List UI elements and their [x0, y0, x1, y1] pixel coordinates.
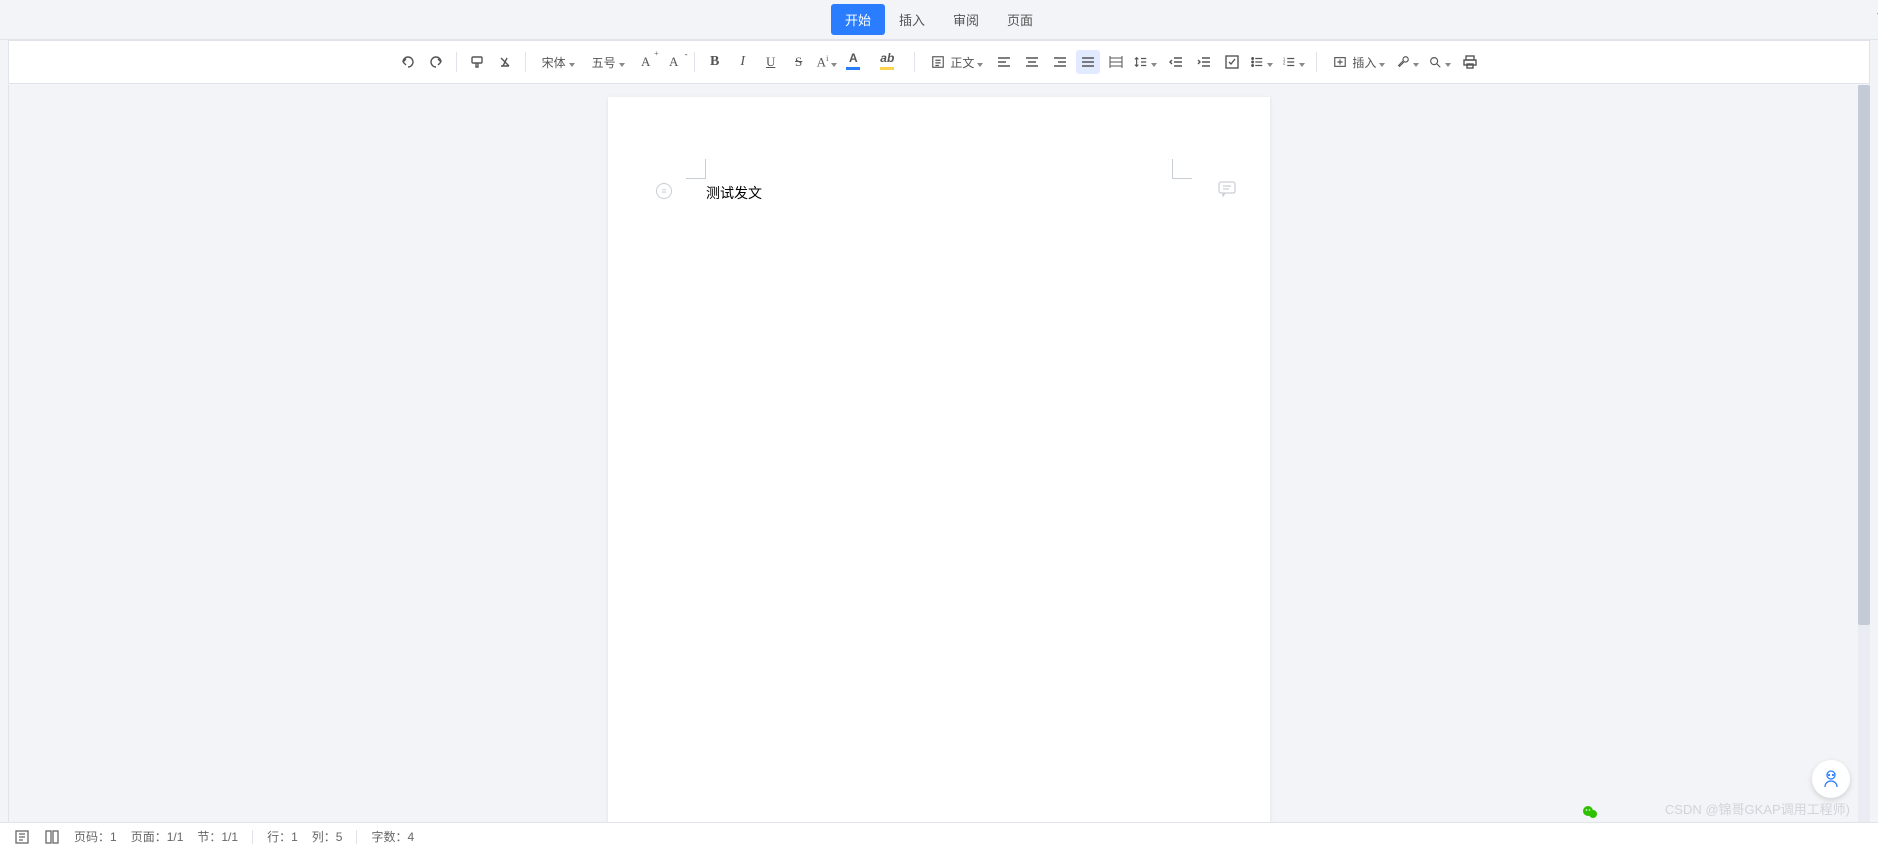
- insert-dropdown-label: 插入: [1352, 54, 1376, 71]
- separator: [525, 52, 526, 72]
- status-row: 行：1: [267, 828, 298, 845]
- comment-icon[interactable]: [1218, 181, 1236, 197]
- assistant-fab[interactable]: [1812, 760, 1850, 798]
- bold-button[interactable]: B: [703, 50, 727, 74]
- align-right-button[interactable]: [1048, 50, 1072, 74]
- increase-indent-button[interactable]: [1192, 50, 1216, 74]
- tab-review[interactable]: 审阅: [939, 4, 993, 35]
- font-color-swatch: [846, 67, 860, 70]
- tab-insert[interactable]: 插入: [885, 4, 939, 35]
- wechat-icon: [1582, 804, 1598, 820]
- paragraph-handle-icon[interactable]: ≡: [656, 183, 672, 199]
- separator: [456, 52, 457, 72]
- decrease-indent-button[interactable]: [1164, 50, 1188, 74]
- find-dropdown[interactable]: [1426, 50, 1454, 74]
- toolbar: 宋体 五号 A+ A- B I U S Ai A ab 正文: [8, 40, 1870, 84]
- numbered-list-button[interactable]: 12: [1280, 50, 1308, 74]
- main-tabs: 开始 插入 审阅 页面: [0, 0, 1878, 40]
- document-content[interactable]: 测试发文: [706, 183, 1172, 203]
- highlight-icon: ab: [880, 52, 894, 64]
- chevron-down-icon: [1378, 58, 1386, 66]
- status-page-code[interactable]: 页码：1: [74, 828, 117, 845]
- more-font-button[interactable]: Ai: [815, 50, 841, 74]
- print-button[interactable]: [1458, 50, 1482, 74]
- font-color-icon: A: [849, 52, 858, 64]
- chevron-down-icon: [568, 58, 576, 66]
- font-family-label: 宋体: [542, 54, 566, 71]
- align-distribute-button[interactable]: [1104, 50, 1128, 74]
- chevron-down-icon: [1150, 58, 1158, 66]
- bullet-list-button[interactable]: [1248, 50, 1276, 74]
- outline-view-icon[interactable]: [14, 829, 30, 845]
- vertical-scrollbar[interactable]: [1858, 85, 1870, 822]
- clear-format-button[interactable]: [493, 50, 517, 74]
- align-left-button[interactable]: [992, 50, 1016, 74]
- margin-guide-tl: [686, 159, 706, 179]
- insert-dropdown[interactable]: 插入: [1325, 50, 1390, 74]
- separator: [914, 52, 915, 72]
- document-workspace[interactable]: ≡ 测试发文: [8, 85, 1870, 822]
- highlight-color-swatch: [880, 67, 894, 70]
- separator: [252, 830, 253, 844]
- paragraph-style-select[interactable]: 正文: [923, 50, 988, 74]
- undo-button[interactable]: [396, 50, 420, 74]
- checklist-button[interactable]: [1220, 50, 1244, 74]
- strikethrough-button[interactable]: S: [787, 50, 811, 74]
- tab-start[interactable]: 开始: [831, 4, 885, 35]
- increase-font-button[interactable]: A+: [634, 50, 658, 74]
- status-word-count[interactable]: 字数：4: [371, 828, 414, 845]
- chevron-down-icon: [830, 58, 838, 66]
- separator: [1316, 52, 1317, 72]
- page-view-icon[interactable]: [44, 829, 60, 845]
- separator: [356, 830, 357, 844]
- paragraph-style-label: 正文: [950, 54, 974, 71]
- format-painter-button[interactable]: [465, 50, 489, 74]
- document-page[interactable]: ≡ 测试发文: [608, 97, 1270, 822]
- underline-button[interactable]: U: [759, 50, 783, 74]
- chevron-down-icon: [1298, 58, 1306, 66]
- chevron-down-icon: [1266, 58, 1274, 66]
- chevron-down-icon: [1444, 58, 1452, 66]
- align-center-button[interactable]: [1020, 50, 1044, 74]
- highlight-color-button[interactable]: ab: [878, 50, 896, 74]
- scrollbar-thumb[interactable]: [1858, 85, 1870, 625]
- separator: [694, 52, 695, 72]
- line-spacing-button[interactable]: [1132, 50, 1160, 74]
- status-col: 列：5: [312, 828, 343, 845]
- align-justify-button[interactable]: [1076, 50, 1100, 74]
- tab-page[interactable]: 页面: [993, 4, 1047, 35]
- chevron-down-icon: [976, 58, 984, 66]
- chevron-down-icon: [1412, 58, 1420, 66]
- italic-button[interactable]: I: [731, 50, 755, 74]
- tools-dropdown[interactable]: [1394, 50, 1422, 74]
- font-size-label: 五号: [592, 54, 616, 71]
- status-bar: 页码：1 页面：1/1 节：1/1 行：1 列：5 字数：4: [0, 822, 1878, 850]
- svg-text:2: 2: [1283, 61, 1286, 66]
- decrease-font-button[interactable]: A-: [662, 50, 686, 74]
- margin-guide-tr: [1172, 159, 1192, 179]
- font-color-button[interactable]: A: [844, 50, 862, 74]
- font-family-select[interactable]: 宋体: [534, 50, 580, 74]
- font-size-select[interactable]: 五号: [584, 50, 630, 74]
- status-section[interactable]: 节：1/1: [197, 828, 238, 845]
- chevron-down-icon: [618, 58, 626, 66]
- status-page[interactable]: 页面：1/1: [131, 828, 184, 845]
- redo-button[interactable]: [424, 50, 448, 74]
